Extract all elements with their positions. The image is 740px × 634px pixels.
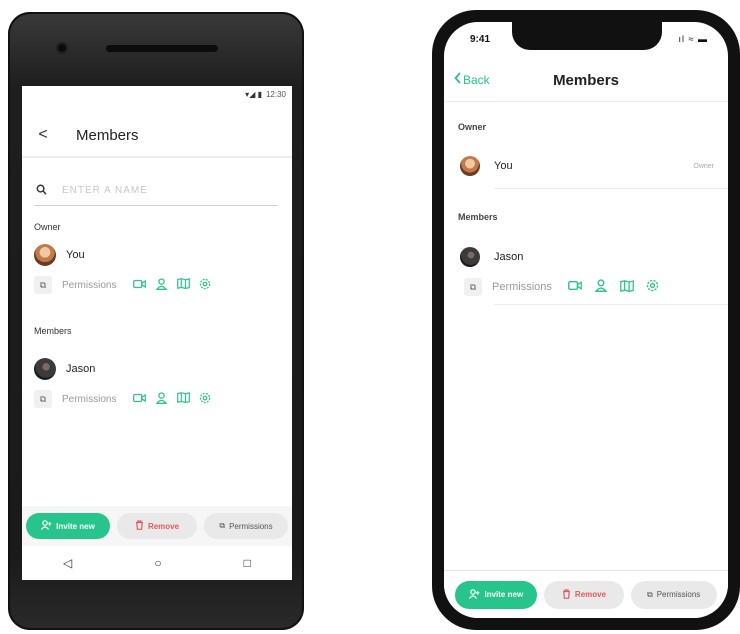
member-permissions-row[interactable]: ⧉ Permissions	[464, 278, 660, 296]
permissions-box-icon: ⧉	[646, 589, 653, 599]
status-time: 9:41	[470, 34, 491, 45]
nav-recents-button[interactable]: □	[244, 556, 251, 570]
video-icon[interactable]	[132, 279, 146, 292]
permissions-label: Permissions	[62, 393, 117, 405]
android-screen: ▾◢ ▮ 12:30 < Members ENTER A NAME Owner …	[22, 86, 292, 580]
owner-row[interactable]: You	[34, 244, 85, 266]
gear-icon[interactable]	[198, 392, 212, 407]
member-avatar	[34, 358, 56, 380]
android-nav-bar: ◁ ○ □	[22, 546, 292, 580]
android-app-bar: < Members	[22, 114, 292, 158]
speaker-grille	[106, 45, 218, 52]
page-title: Members	[76, 126, 139, 144]
status-icons: ▾◢ ▮	[245, 89, 262, 99]
members-section-label: Members	[34, 326, 72, 336]
android-status-bar: ▾◢ ▮ 12:30	[22, 86, 292, 102]
iphone-screen: 9:41 ıl ≈ ▬ Back Members Owner You Owner…	[444, 22, 728, 618]
remove-button[interactable]: Remove	[117, 513, 197, 539]
map-icon[interactable]	[620, 279, 634, 295]
permissions-box-icon: ⧉	[34, 276, 52, 294]
trash-icon	[562, 588, 571, 601]
remove-label: Remove	[574, 590, 607, 599]
invite-new-label: Invite new	[484, 590, 524, 599]
search-placeholder: ENTER A NAME	[62, 185, 148, 196]
map-icon[interactable]	[176, 278, 190, 292]
permissions-label: Permissions	[492, 281, 552, 293]
member-permissions-row[interactable]: ⧉ Permissions	[34, 390, 212, 408]
permissions-label: Permissions	[62, 279, 117, 291]
owner-role-badge: Owner	[693, 162, 714, 170]
owner-permissions-row[interactable]: ⧉ Permissions	[34, 276, 212, 294]
add-person-icon	[41, 520, 52, 532]
permissions-label: Permissions	[229, 521, 273, 531]
search-icon	[36, 184, 54, 198]
remove-button[interactable]: Remove	[543, 580, 624, 609]
gear-icon[interactable]	[198, 278, 212, 293]
page-title: Members	[553, 72, 619, 89]
back-arrow-icon[interactable]: <	[28, 126, 58, 144]
search-input[interactable]: ENTER A NAME	[34, 176, 278, 206]
permissions-button[interactable]: ⧉ Permissions	[630, 580, 717, 609]
owner-name: You	[494, 160, 513, 172]
members-section-label: Members	[458, 212, 498, 222]
notch	[512, 22, 662, 50]
android-action-bar: Invite new Remove ⧉ Permissions	[22, 506, 292, 546]
owner-name: You	[66, 249, 85, 261]
remove-label: Remove	[147, 521, 180, 531]
owner-row[interactable]: You Owner	[460, 156, 728, 176]
person-icon[interactable]	[154, 391, 168, 407]
member-name: Jason	[66, 363, 96, 375]
member-name: Jason	[494, 251, 524, 263]
permissions-button[interactable]: ⧉ Permissions	[204, 513, 288, 539]
trash-icon	[135, 520, 144, 532]
permissions-box-icon: ⧉	[219, 521, 226, 530]
camera-icon	[56, 42, 68, 54]
android-device-frame: ▾◢ ▮ 12:30 < Members ENTER A NAME Owner …	[8, 12, 304, 630]
iphone-action-bar: Invite new Remove ⧉ Permissions	[444, 570, 728, 618]
iphone-device-frame: 9:41 ıl ≈ ▬ Back Members Owner You Owner…	[432, 10, 740, 630]
permissions-box-icon: ⧉	[34, 390, 52, 408]
iphone-nav-bar: Back Members	[444, 62, 728, 102]
person-icon[interactable]	[594, 279, 608, 295]
member-row[interactable]: Jason	[34, 358, 95, 380]
invite-new-button[interactable]: Invite new	[26, 513, 110, 539]
invite-new-button[interactable]: Invite new	[455, 580, 538, 609]
owner-section-label: Owner	[34, 222, 61, 232]
gear-icon[interactable]	[646, 279, 660, 295]
divider	[494, 304, 728, 305]
permissions-label: Permissions	[656, 590, 701, 599]
invite-new-label: Invite new	[56, 521, 95, 531]
nav-home-button[interactable]: ○	[154, 556, 161, 570]
video-icon[interactable]	[132, 393, 146, 406]
video-icon[interactable]	[567, 280, 582, 294]
owner-avatar	[460, 156, 480, 176]
add-person-icon	[469, 588, 480, 601]
status-icons: ıl ≈ ▬	[678, 34, 708, 44]
map-icon[interactable]	[176, 392, 190, 406]
divider	[494, 188, 728, 189]
owner-section-label: Owner	[458, 122, 487, 132]
owner-avatar	[34, 244, 56, 266]
member-row[interactable]: Jason	[460, 247, 728, 267]
person-icon[interactable]	[154, 277, 168, 293]
status-time: 12:30	[265, 89, 286, 99]
nav-back-button[interactable]: ◁	[63, 556, 72, 570]
permissions-box-icon: ⧉	[464, 278, 482, 296]
member-avatar	[460, 247, 480, 267]
